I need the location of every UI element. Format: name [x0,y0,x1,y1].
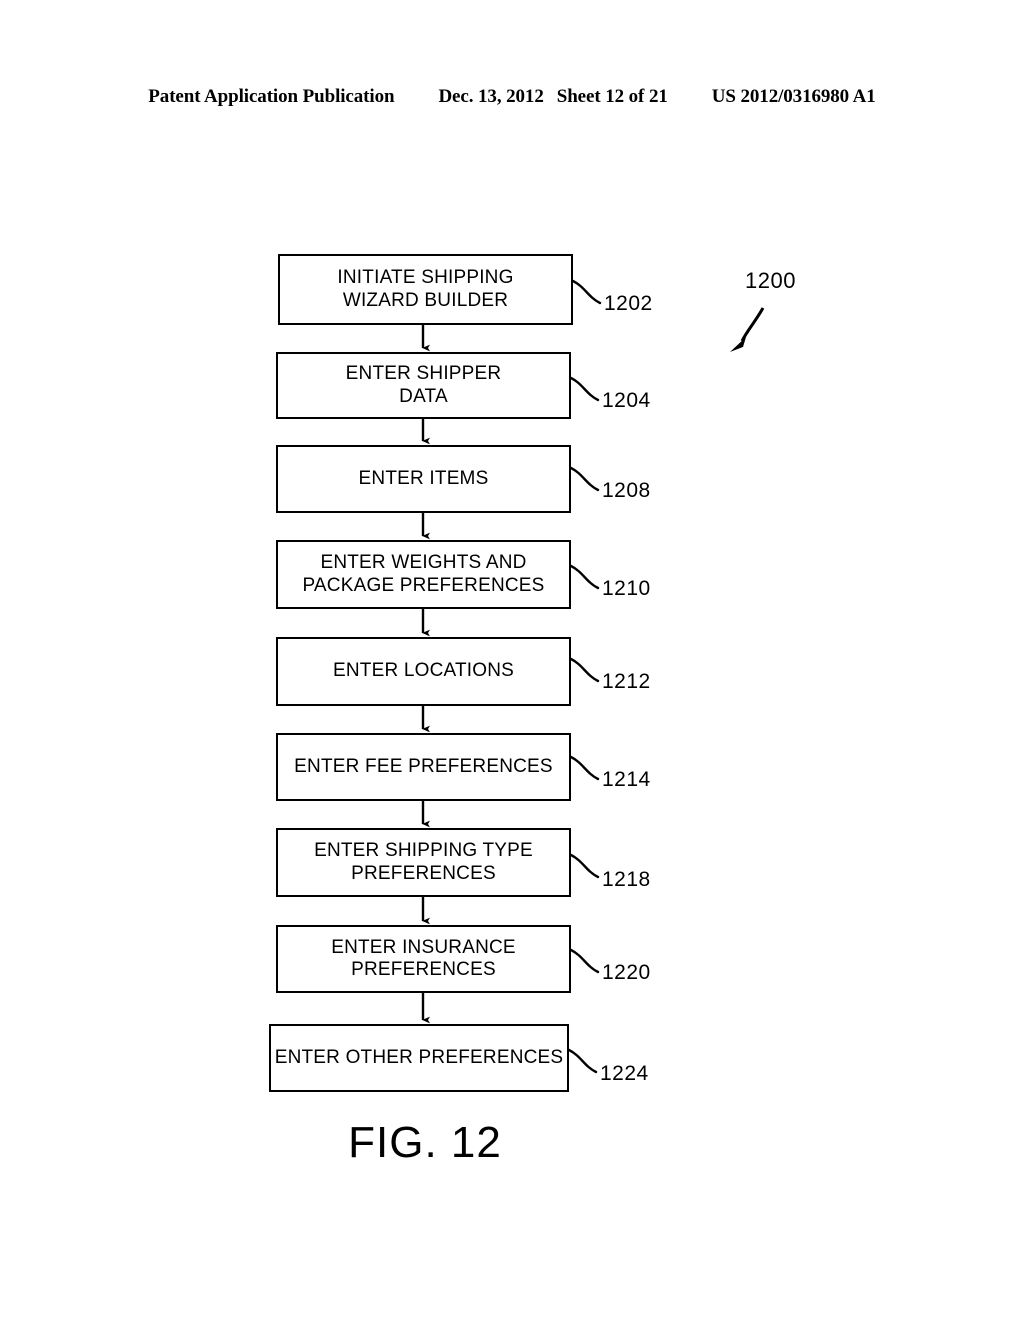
flow-step-1220[interactable]: ENTER INSURANCE PREFERENCES [276,925,571,993]
flow-step-1212[interactable]: ENTER LOCATIONS [276,637,571,706]
flow-step-1220-label: ENTER INSURANCE PREFERENCES [331,936,516,980]
reference-numeral-1220: 1220 [602,961,651,984]
reference-numeral-1212: 1212 [602,670,651,693]
flow-step-1204[interactable]: ENTER SHIPPER DATA [276,352,571,419]
flow-step-1218-label: ENTER SHIPPING TYPE PREFERENCES [314,840,533,884]
reference-numeral-1224: 1224 [600,1062,649,1085]
flow-step-1210[interactable]: ENTER WEIGHTS AND PACKAGE PREFERENCES [276,540,571,609]
reference-numeral-1208: 1208 [602,479,651,502]
flow-step-1224[interactable]: ENTER OTHER PREFERENCES [269,1024,569,1092]
reference-numeral-1210: 1210 [602,577,651,600]
figure-12-flowchart: INITIATE SHIPPING WIZARD BUILDER 1202 EN… [0,0,1024,1320]
flow-step-1204-label: ENTER SHIPPER DATA [345,363,502,407]
flow-step-1202[interactable]: INITIATE SHIPPING WIZARD BUILDER [278,254,573,325]
flow-step-1218[interactable]: ENTER SHIPPING TYPE PREFERENCES [276,828,571,897]
figure-caption: FIG. 12 [348,1118,502,1167]
flow-step-1208-label: ENTER ITEMS [358,467,489,489]
flow-step-1224-label: ENTER OTHER PREFERENCES [274,1046,564,1068]
flow-step-1208[interactable]: ENTER ITEMS [276,445,571,513]
reference-numeral-1200: 1200 [745,268,796,293]
flow-step-1214[interactable]: ENTER FEE PREFERENCES [276,733,571,801]
reference-numeral-1218: 1218 [602,868,651,891]
flow-step-1202-label: INITIATE SHIPPING WIZARD BUILDER [337,267,514,311]
reference-leader-lines [567,279,602,1074]
flow-step-1214-label: ENTER FEE PREFERENCES [294,755,553,777]
flow-step-1212-label: ENTER LOCATIONS [332,660,515,682]
reference-numeral-1204: 1204 [602,389,651,412]
figure-callout-arrow [730,307,765,352]
flow-step-1210-label: ENTER WEIGHTS AND PACKAGE PREFERENCES [302,552,545,596]
reference-numeral-1214: 1214 [602,768,651,791]
reference-numeral-1202: 1202 [604,292,653,315]
